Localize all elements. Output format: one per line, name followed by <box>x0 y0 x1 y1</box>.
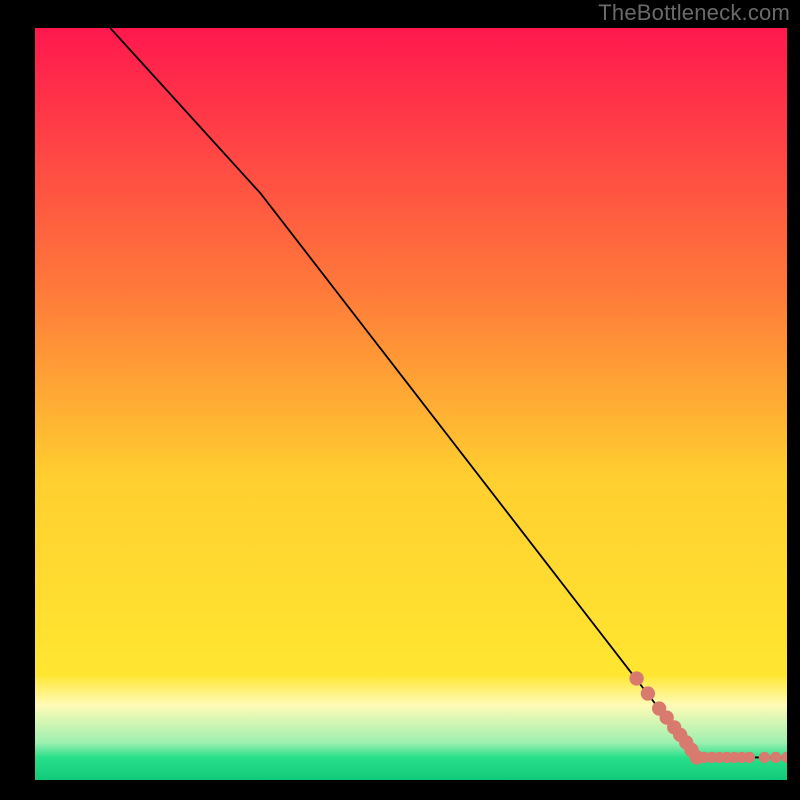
chart-root: TheBottleneck.com <box>0 0 800 800</box>
watermark-text: TheBottleneck.com <box>598 0 790 26</box>
chart-svg <box>35 28 787 780</box>
chart-data-point <box>641 686 655 700</box>
chart-data-point <box>629 671 643 685</box>
chart-background-gradient <box>35 28 787 780</box>
chart-data-point <box>770 752 781 763</box>
chart-data-point <box>759 752 770 763</box>
chart-plot-area <box>35 28 787 780</box>
chart-data-point <box>744 752 755 763</box>
